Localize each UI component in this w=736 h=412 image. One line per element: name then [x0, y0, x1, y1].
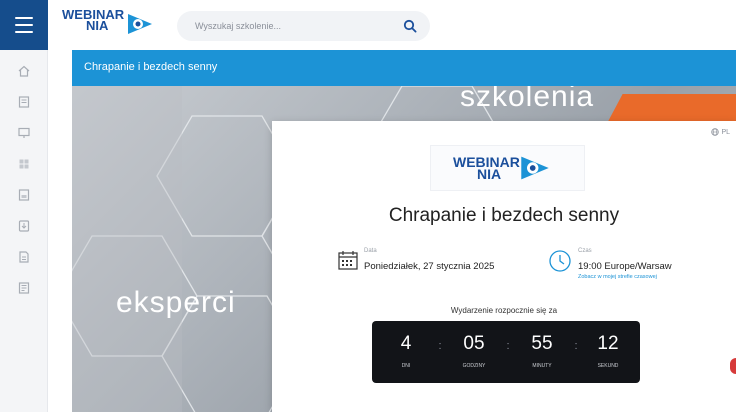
language-selector[interactable]: PL — [711, 128, 730, 136]
hero-word-left: eksperci — [116, 286, 236, 319]
hero-word-top: szkolenia — [460, 86, 595, 113]
countdown-days-value: 4 — [400, 333, 412, 354]
event-card: PL WEBINAR NIA Chrapanie i bezdech senny… — [272, 121, 736, 412]
countdown-separator: : — [574, 340, 578, 352]
search-input[interactable] — [195, 11, 395, 41]
sidebar-item-documents[interactable] — [14, 92, 34, 112]
event-time: Czas 19:00 Europe/Warsaw Zobacz w mojej … — [548, 247, 728, 281]
brand-logo[interactable]: WEBINAR NIA — [62, 8, 162, 41]
sidebar-item-list[interactable] — [14, 185, 34, 205]
home-icon — [18, 65, 30, 77]
countdown-minutes-value: 55 — [531, 333, 553, 354]
search-icon[interactable] — [403, 19, 417, 33]
hamburger-menu-icon-bar — [15, 24, 33, 26]
sidebar-item-home[interactable] — [14, 61, 34, 81]
countdown-minutes-label: MINUTY — [532, 363, 552, 369]
clock-icon — [549, 250, 571, 272]
event-title: Chrapanie i bezdech senny — [388, 205, 620, 226]
sidebar-item-catalog[interactable] — [14, 154, 34, 174]
floating-action-indicator[interactable] — [730, 358, 736, 374]
date-label: Data — [364, 248, 377, 254]
content-header: Chrapanie i bezdech senny — [72, 50, 736, 86]
hamburger-menu-icon — [15, 17, 33, 19]
countdown-separator: : — [438, 340, 442, 352]
grid-icon — [19, 159, 29, 169]
calendar-icon — [338, 251, 358, 270]
hamburger-menu-icon-bar — [15, 31, 33, 33]
countdown-hours-label: GODZINY — [462, 363, 486, 369]
countdown-timer: 4 DNI : 05 GODZINY : 55 MINUTY : 12 SEKU… — [372, 321, 640, 383]
sidebar-item-files[interactable] — [14, 247, 34, 267]
countdown-days-label: DNI — [401, 363, 411, 369]
date-value: Poniedziałek, 27 stycznia 2025 — [364, 261, 495, 272]
play-icon — [128, 14, 152, 34]
countdown-seconds-label: SEKUND — [597, 363, 619, 369]
hamburger-menu-button[interactable] — [0, 0, 48, 50]
download-icon — [18, 220, 30, 232]
page-title: Chrapanie i bezdech senny — [84, 61, 218, 73]
event-date: Data Poniedziałek, 27 stycznia 2025 — [337, 247, 527, 281]
globe-icon — [711, 128, 720, 136]
file-icon — [19, 251, 29, 263]
left-sidebar — [0, 50, 48, 412]
brand-logo-text: WEBINAR NIA — [62, 8, 124, 32]
event-brand-logo: WEBINAR NIA — [430, 145, 585, 191]
timezone-link[interactable]: Zobacz w mojej strefie czasowej — [578, 274, 657, 280]
play-icon — [521, 156, 549, 180]
time-label: Czas — [578, 248, 592, 254]
sidebar-item-presentations[interactable] — [14, 123, 34, 143]
top-bar: WEBINAR NIA — [0, 0, 736, 50]
countdown-seconds: 12 SEKUND — [583, 321, 633, 383]
countdown-hours: 05 GODZINY — [449, 321, 499, 383]
countdown-seconds-value: 12 — [597, 333, 619, 354]
sidebar-item-downloads[interactable] — [14, 216, 34, 236]
countdown-hours-value: 05 — [463, 333, 485, 354]
document-icon — [18, 96, 30, 108]
countdown-label: Wydarzenie rozpocznie się za — [450, 306, 558, 315]
event-brand-logo-text: WEBINAR NIA — [453, 155, 520, 181]
presentation-icon — [18, 127, 30, 138]
countdown-separator: : — [506, 340, 510, 352]
search-bar — [177, 11, 430, 41]
language-label: PL — [721, 128, 730, 136]
sidebar-item-reports[interactable] — [14, 278, 34, 298]
time-value: 19:00 Europe/Warsaw — [578, 261, 672, 272]
countdown-days: 4 DNI — [381, 321, 431, 383]
list-icon — [18, 189, 30, 201]
report-icon — [18, 282, 30, 294]
countdown-minutes: 55 MINUTY — [517, 321, 567, 383]
